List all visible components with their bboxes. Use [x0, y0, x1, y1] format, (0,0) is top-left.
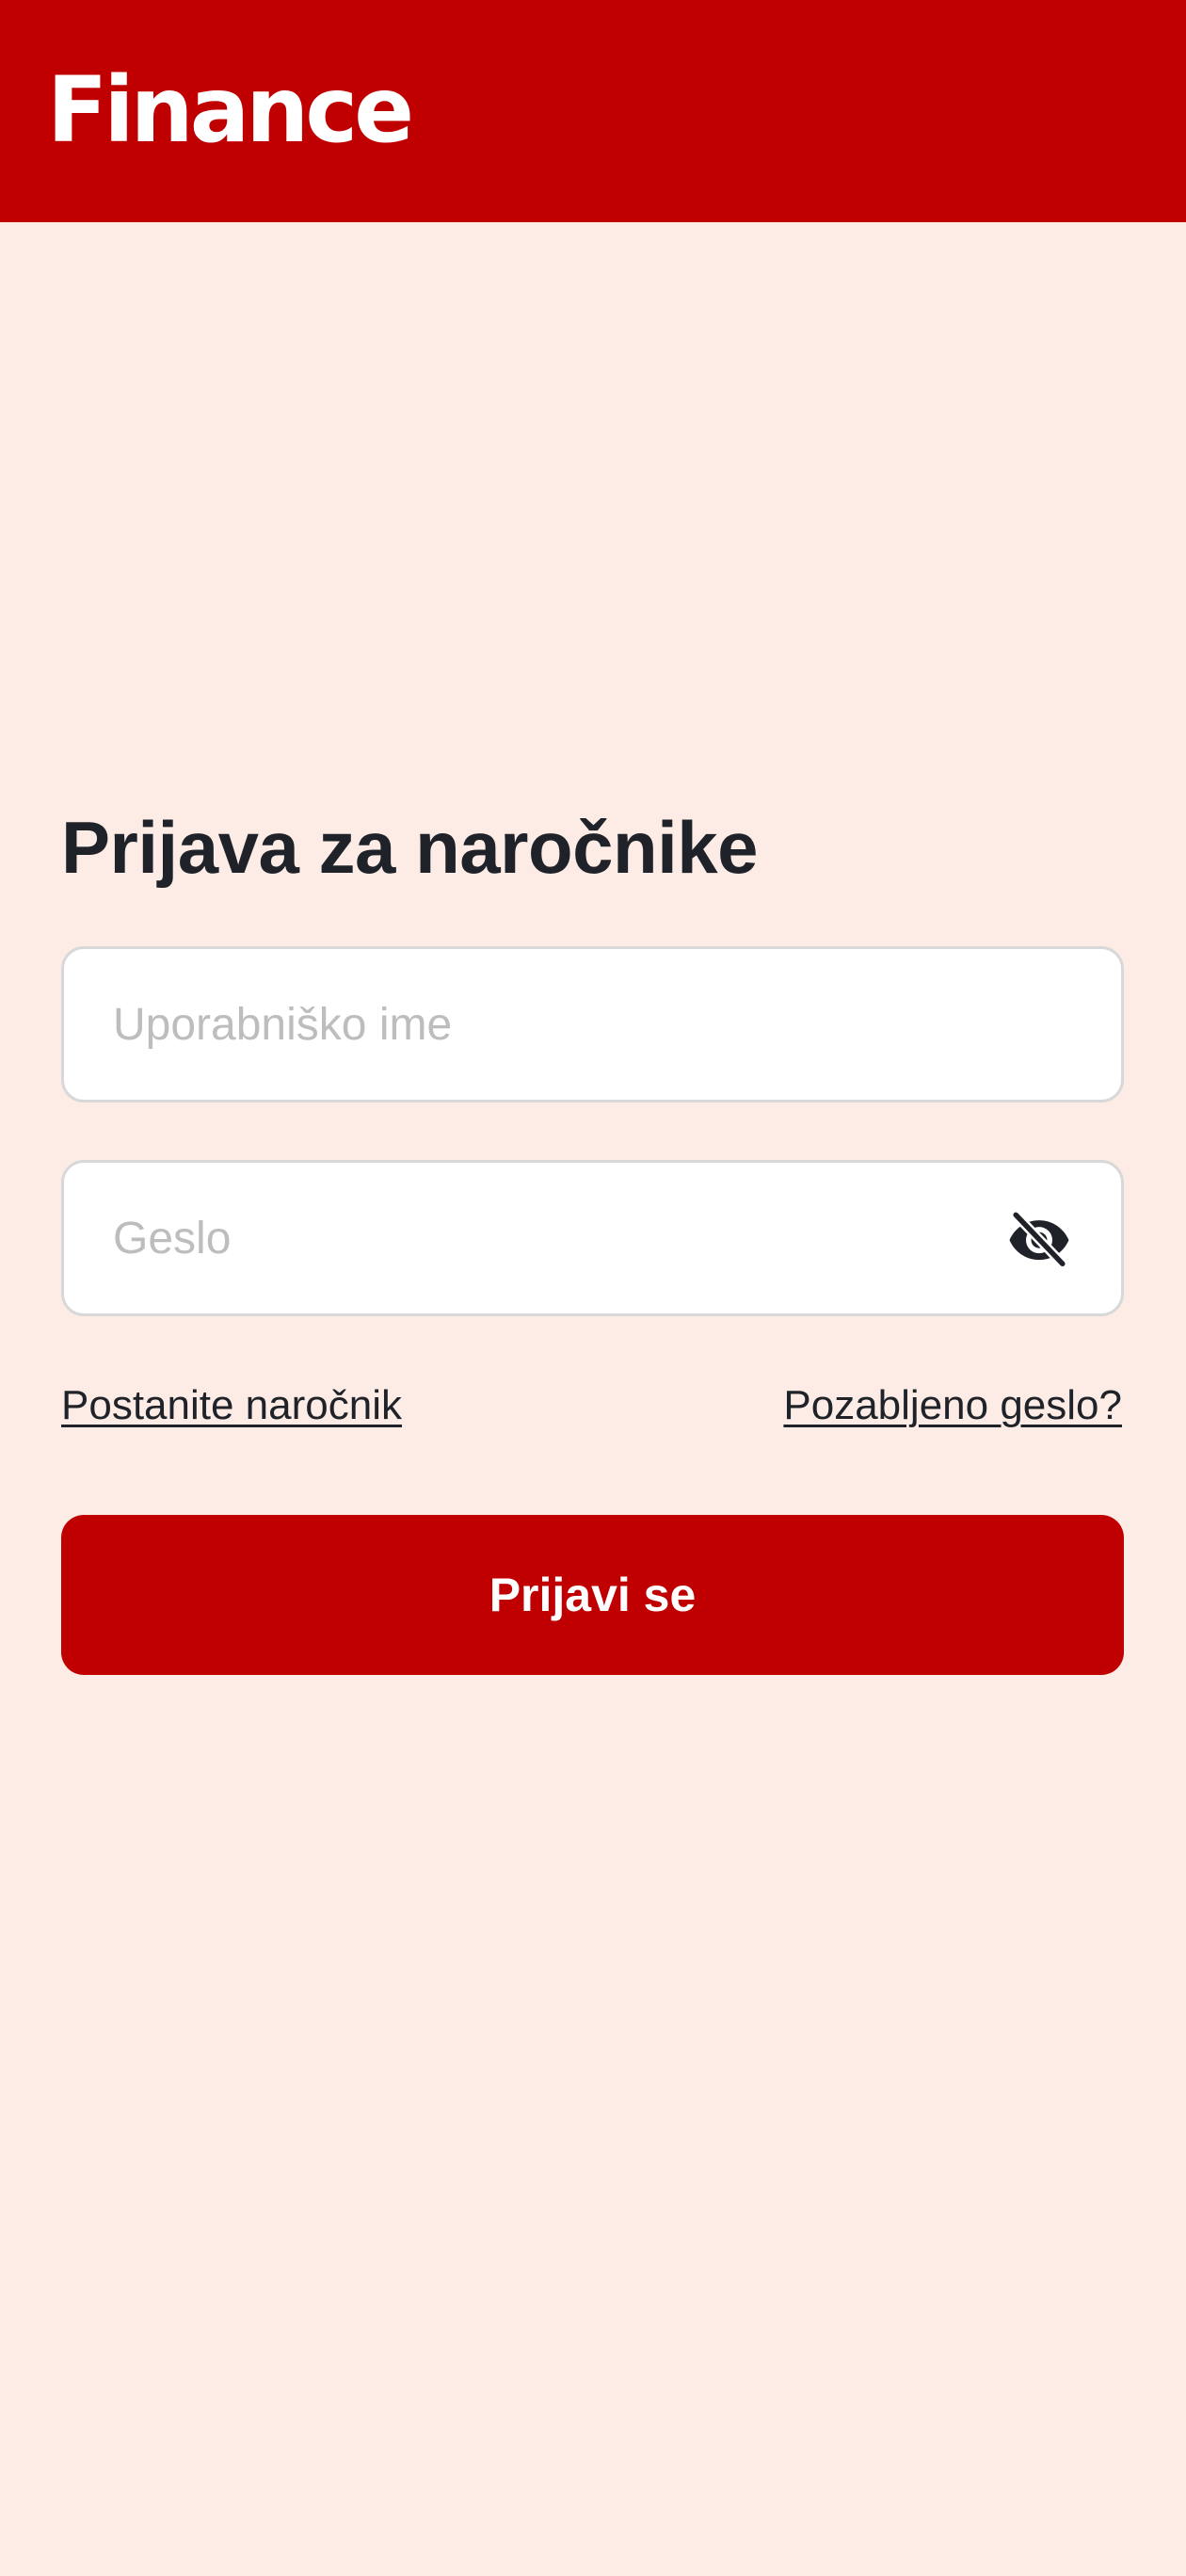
- page-title: Prijava za naročnike: [61, 806, 759, 889]
- app-header: Finance: [0, 0, 1186, 222]
- forgot-password-link[interactable]: Pozabljeno geslo?: [783, 1377, 1122, 1435]
- finance-logo[interactable]: Finance: [47, 58, 414, 162]
- password-input[interactable]: [113, 1163, 988, 1313]
- eye-off-icon[interactable]: [1004, 1206, 1074, 1272]
- username-input[interactable]: [113, 949, 988, 1100]
- subscribe-link[interactable]: Postanite naročnik: [61, 1377, 402, 1435]
- eye-off-icon-graphic: [1009, 1210, 1069, 1269]
- username-field[interactable]: [61, 946, 1124, 1103]
- login-button[interactable]: Prijavi se: [61, 1515, 1124, 1675]
- password-field[interactable]: [61, 1160, 1124, 1316]
